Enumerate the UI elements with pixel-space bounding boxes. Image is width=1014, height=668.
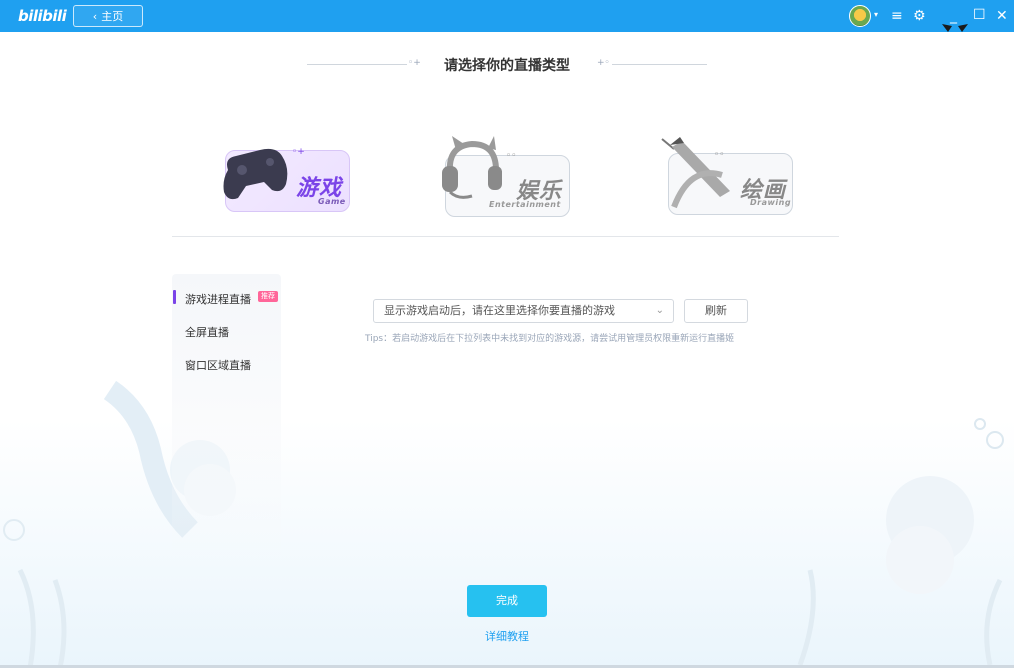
category-entertainment[interactable]: ◦◦ 娱乐 Entertainment [436, 130, 586, 225]
mascot-ears-decoration [942, 24, 968, 32]
pen-icon: ◦◦ [661, 137, 730, 209]
category-divider [172, 236, 839, 237]
maximize-icon[interactable]: ☐ [973, 6, 986, 24]
chevron-left-icon: ‹ [92, 9, 98, 23]
home-button-label: 主页 [101, 10, 124, 23]
menu-icon[interactable]: ≡ [891, 7, 903, 25]
user-avatar[interactable] [849, 5, 871, 27]
game-source-select[interactable]: 显示游戏启动后，请在这里选择你要直播的游戏 ⌄ [373, 299, 674, 323]
sidebar-item-fullscreen[interactable]: 全屏直播 [185, 324, 229, 340]
category-entertainment-sub: Entertainment [489, 200, 561, 209]
live-mode-panel [172, 274, 281, 564]
category-game[interactable]: ◦+ 游戏 Game [220, 130, 370, 225]
category-game-sub: Game [318, 197, 346, 206]
home-button[interactable]: ‹ 主页 [73, 5, 143, 27]
header-right-sparkle-icon: +◦ [597, 58, 610, 68]
svg-text:◦◦: ◦◦ [506, 151, 517, 161]
sidebar-item-game-process[interactable]: 游戏进程直播 [185, 291, 251, 307]
category-drawing-sub: Drawing [750, 198, 792, 207]
page-title: 请选择你的直播类型 [444, 58, 570, 74]
bilibili-logo: bilibili [18, 7, 67, 25]
tips-text: Tips：若启动游戏后在下拉列表中未找到对应的游戏源，请尝试用管理员权限重新运行… [365, 334, 735, 344]
refresh-button[interactable]: 刷新 [684, 299, 748, 323]
recommended-badge: 推荐 [258, 291, 278, 302]
svg-text:◦◦: ◦◦ [714, 150, 725, 160]
title-bar: bilibili ‹ 主页 ▾ ≡ ⚙ _ ☐ ✕ [0, 0, 1014, 32]
sidebar-item-window-region[interactable]: 窗口区域直播 [185, 357, 251, 373]
minimize-icon[interactable]: _ [950, 7, 957, 25]
game-source-select-text: 显示游戏启动后，请在这里选择你要直播的游戏 [384, 304, 615, 317]
done-button[interactable]: 完成 [467, 585, 547, 617]
svg-text:◦+: ◦+ [292, 147, 305, 157]
active-indicator [173, 290, 176, 304]
tutorial-link[interactable]: 详细教程 [0, 628, 1014, 644]
category-drawing[interactable]: ◦◦ 绘画 Drawing [660, 130, 810, 225]
close-icon[interactable]: ✕ [996, 7, 1008, 25]
header-right-line [612, 64, 707, 65]
right-diver-decoration [797, 418, 1004, 665]
chevron-down-icon: ⌄ [655, 305, 664, 316]
settings-icon[interactable]: ⚙ [913, 7, 926, 25]
avatar-caret-icon[interactable]: ▾ [874, 10, 878, 19]
